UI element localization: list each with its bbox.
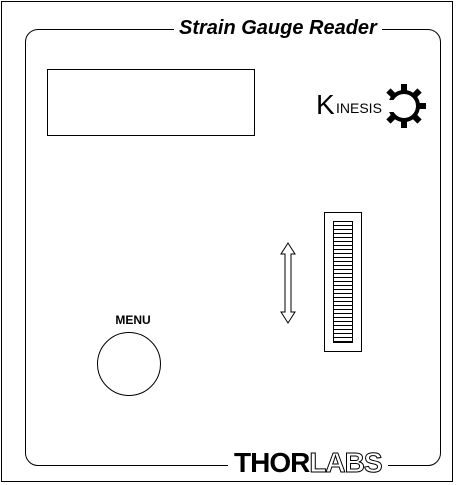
device-front-panel: Strain Gauge Reader K INESIS MENU THORLA… bbox=[1, 1, 453, 482]
kinesis-logo-letters: INESIS bbox=[336, 100, 382, 116]
brand-secondary: LABS bbox=[309, 447, 383, 478]
velocity-wheel-housing bbox=[324, 212, 362, 352]
kinesis-logo-letter-k: K bbox=[316, 89, 335, 120]
menu-label: MENU bbox=[115, 313, 151, 327]
velocity-wheel[interactable] bbox=[333, 221, 353, 343]
up-down-arrow-icon bbox=[280, 242, 296, 324]
brand-primary: THOR bbox=[234, 447, 310, 478]
menu-button[interactable] bbox=[97, 332, 161, 396]
device-title: Strain Gauge Reader bbox=[174, 16, 382, 40]
lcd-display bbox=[47, 69, 255, 136]
thorlabs-logo: THORLABS bbox=[228, 447, 388, 478]
kinesis-logo: K INESIS bbox=[316, 84, 426, 128]
gear-icon bbox=[384, 84, 426, 128]
